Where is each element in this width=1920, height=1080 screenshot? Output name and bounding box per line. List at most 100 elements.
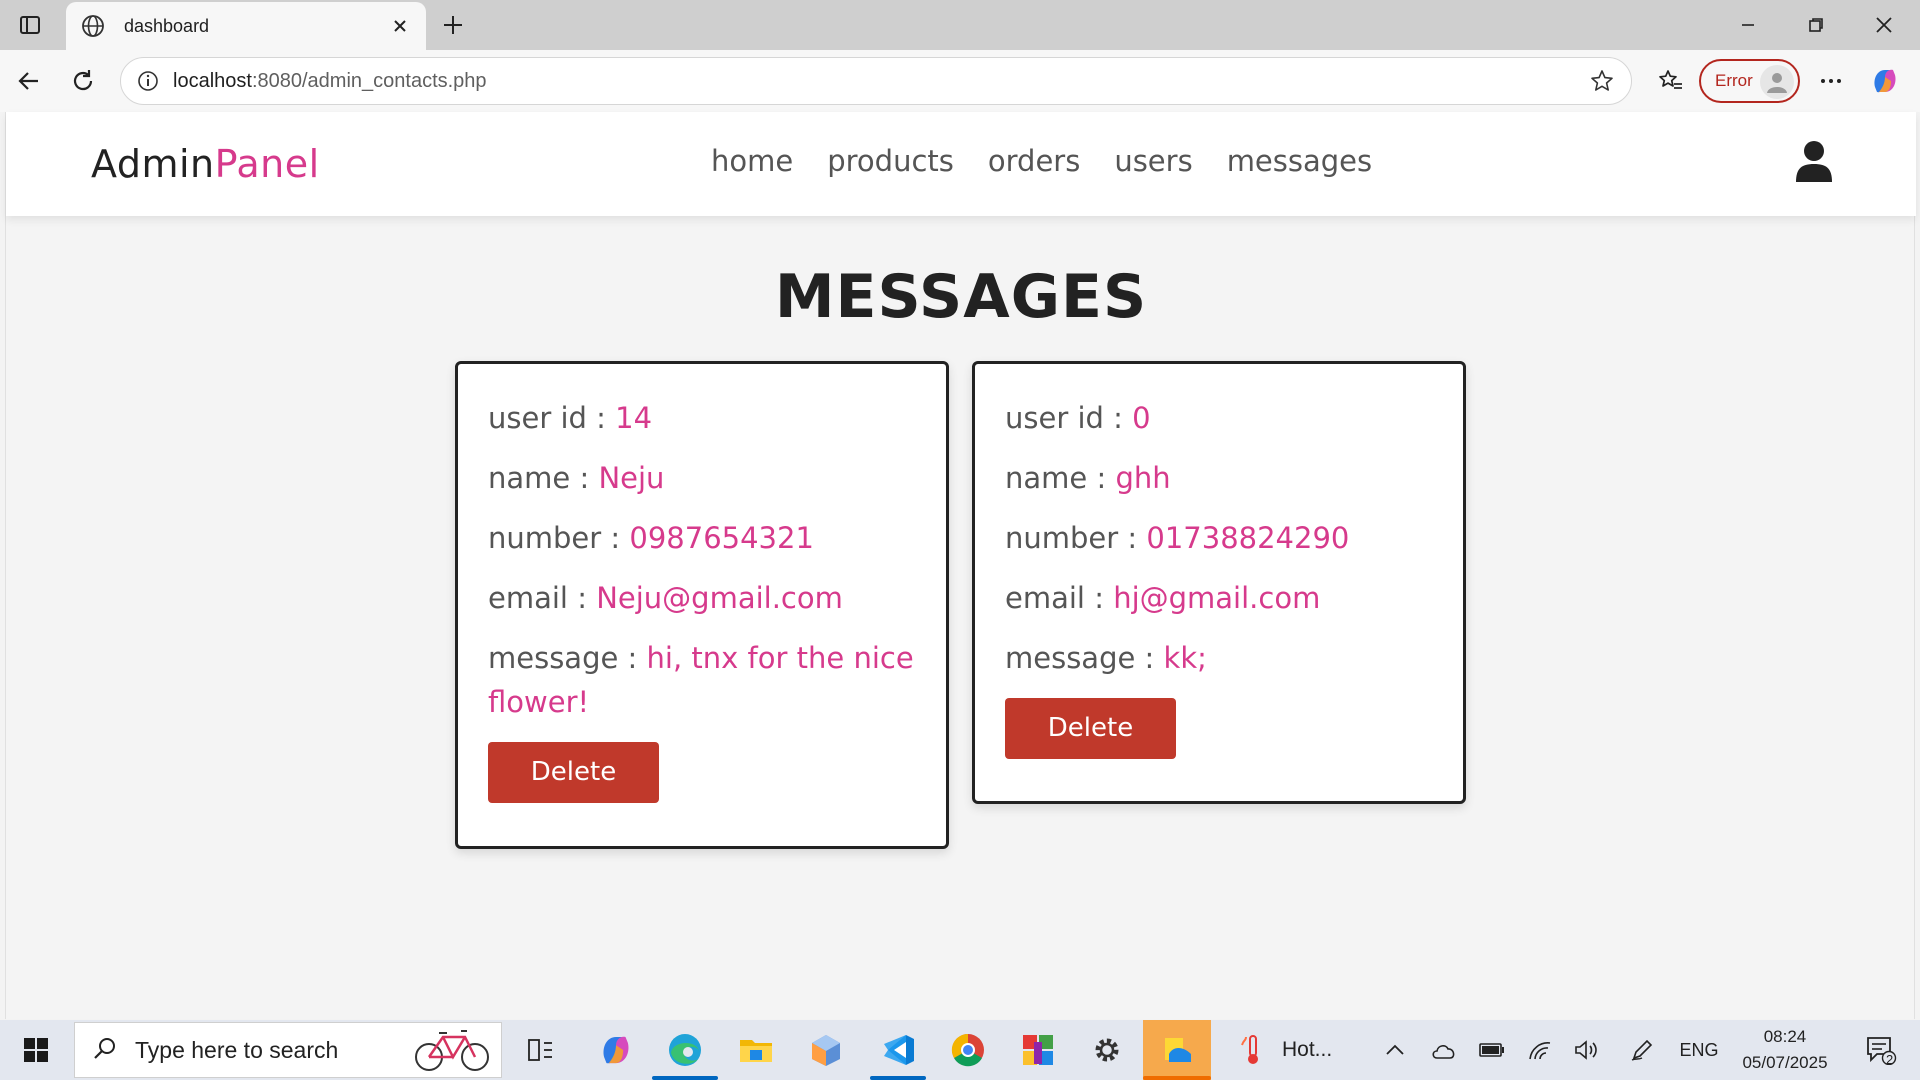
copilot-icon[interactable] bbox=[1866, 62, 1904, 100]
logo-main: Admin bbox=[91, 142, 215, 186]
message-card: user id : 14 name : Neju number : 098765… bbox=[455, 361, 949, 849]
active-indicator bbox=[870, 1076, 926, 1080]
number-row: number : 0987654321 bbox=[488, 516, 916, 560]
favorites-icon[interactable] bbox=[1652, 62, 1690, 100]
globe-icon bbox=[80, 13, 106, 39]
profile-error-button[interactable]: Error bbox=[1699, 59, 1800, 103]
user-id-row: user id : 0 bbox=[1005, 396, 1433, 440]
notification-center-icon[interactable]: 2 bbox=[1856, 1020, 1906, 1080]
tab-title: dashboard bbox=[124, 15, 210, 36]
taskbar: Type here to search Hot... ENG 08:24 05/… bbox=[0, 1020, 1920, 1080]
browser-tabstrip: dashboard bbox=[0, 0, 1920, 50]
settings-gear-icon[interactable] bbox=[1084, 1020, 1130, 1080]
taskbar-search-input[interactable]: Type here to search bbox=[74, 1022, 502, 1078]
delete-button[interactable]: Delete bbox=[488, 742, 659, 803]
active-indicator bbox=[652, 1076, 718, 1080]
email-label: email : bbox=[488, 581, 597, 615]
message-label: message : bbox=[1005, 641, 1164, 675]
close-tab-icon[interactable] bbox=[388, 14, 412, 38]
message-row: message : hi, tnx for the nice flower! bbox=[488, 636, 916, 724]
site-info-icon[interactable] bbox=[135, 68, 161, 94]
name-value: ghh bbox=[1115, 461, 1171, 495]
nav-orders[interactable]: orders bbox=[988, 144, 1080, 178]
url-text[interactable]: localhost:8080/admin_contacts.php bbox=[173, 70, 1587, 93]
browser-toolbar: localhost:8080/admin_contacts.php Error bbox=[0, 50, 1920, 112]
minimize-icon[interactable] bbox=[1728, 8, 1768, 42]
chrome-icon[interactable] bbox=[944, 1020, 992, 1080]
number-label: number : bbox=[1005, 521, 1147, 555]
name-label: name : bbox=[488, 461, 599, 495]
nav-users[interactable]: users bbox=[1114, 144, 1192, 178]
reload-icon[interactable] bbox=[64, 62, 102, 100]
number-value: 01738824290 bbox=[1146, 521, 1350, 555]
message-value: kk; bbox=[1163, 641, 1207, 675]
clock-date: 05/07/2025 bbox=[1742, 1053, 1828, 1072]
browser-tab[interactable]: dashboard bbox=[66, 2, 426, 50]
message-label: message : bbox=[488, 641, 647, 675]
cube-app-icon[interactable] bbox=[802, 1020, 850, 1080]
nav-messages[interactable]: messages bbox=[1227, 144, 1372, 178]
vscode-icon[interactable] bbox=[870, 1020, 926, 1080]
notification-count: 2 bbox=[1886, 1052, 1894, 1067]
file-explorer-icon[interactable] bbox=[732, 1020, 780, 1080]
site-header: AdminPanel home products orders users me… bbox=[6, 112, 1916, 216]
nav-products[interactable]: products bbox=[827, 144, 954, 178]
xampp-app-icon[interactable] bbox=[1143, 1020, 1211, 1080]
sidebar-toggle-icon[interactable] bbox=[14, 10, 46, 40]
number-label: number : bbox=[488, 521, 630, 555]
search-icon bbox=[93, 1036, 117, 1065]
wifi-icon[interactable] bbox=[1524, 1020, 1556, 1080]
page-title: MESSAGES bbox=[774, 262, 1148, 332]
more-menu-icon[interactable] bbox=[1812, 62, 1850, 100]
volume-icon[interactable] bbox=[1570, 1020, 1602, 1080]
email-value: hj@gmail.com bbox=[1113, 581, 1321, 615]
back-arrow-icon[interactable] bbox=[10, 62, 48, 100]
close-window-icon[interactable] bbox=[1864, 8, 1904, 42]
battery-icon[interactable] bbox=[1476, 1020, 1508, 1080]
language-label: ENG bbox=[1679, 1039, 1719, 1060]
name-value: Neju bbox=[598, 461, 665, 495]
tray-chevron-up-icon[interactable] bbox=[1380, 1020, 1410, 1080]
onedrive-cloud-icon[interactable] bbox=[1428, 1020, 1460, 1080]
user-id-label: user id : bbox=[488, 401, 616, 435]
message-card: user id : 0 name : ghh number : 01738824… bbox=[972, 361, 1466, 804]
task-view-icon[interactable] bbox=[518, 1020, 562, 1080]
number-value: 0987654321 bbox=[629, 521, 814, 555]
user-id-row: user id : 14 bbox=[488, 396, 916, 440]
main-nav: home products orders users messages bbox=[711, 144, 1372, 178]
copilot-taskbar-icon[interactable] bbox=[592, 1020, 640, 1080]
nav-home[interactable]: home bbox=[711, 144, 793, 178]
pen-icon[interactable] bbox=[1626, 1020, 1658, 1080]
user-id-value: 0 bbox=[1132, 401, 1151, 435]
taskbar-clock[interactable]: 08:24 05/07/2025 bbox=[1730, 1024, 1840, 1076]
email-value: Neju@gmail.com bbox=[596, 581, 843, 615]
url-host: localhost bbox=[173, 69, 252, 92]
favorite-star-icon[interactable] bbox=[1587, 66, 1617, 96]
restore-icon[interactable] bbox=[1796, 8, 1836, 42]
weather-widget[interactable]: Hot... bbox=[1238, 1020, 1358, 1080]
error-label: Error bbox=[1715, 71, 1753, 90]
language-indicator[interactable]: ENG bbox=[1676, 1020, 1722, 1080]
address-bar[interactable]: localhost:8080/admin_contacts.php bbox=[120, 57, 1632, 105]
user-icon[interactable] bbox=[1794, 140, 1834, 184]
name-row: name : ghh bbox=[1005, 456, 1433, 500]
clock-time: 08:24 bbox=[1763, 1027, 1807, 1046]
number-row: number : 01738824290 bbox=[1005, 516, 1433, 560]
name-row: name : Neju bbox=[488, 456, 916, 500]
search-placeholder: Type here to search bbox=[135, 1036, 339, 1063]
new-tab-icon[interactable] bbox=[438, 10, 468, 40]
user-id-value: 14 bbox=[615, 401, 653, 435]
admin-panel-logo[interactable]: AdminPanel bbox=[91, 142, 320, 186]
bicycle-icon bbox=[413, 1023, 493, 1078]
windows-start-icon[interactable] bbox=[14, 1020, 58, 1080]
weather-label: Hot... bbox=[1282, 1038, 1333, 1061]
delete-button[interactable]: Delete bbox=[1005, 698, 1176, 759]
page-viewport: AdminPanel home products orders users me… bbox=[5, 112, 1916, 1019]
logo-accent: Panel bbox=[214, 142, 320, 186]
email-label: email : bbox=[1005, 581, 1114, 615]
edge-browser-icon[interactable] bbox=[652, 1020, 718, 1080]
colorful-app-icon[interactable] bbox=[1014, 1020, 1062, 1080]
profile-avatar-icon bbox=[1760, 65, 1794, 99]
url-path: :8080/admin_contacts.php bbox=[251, 69, 487, 92]
email-row: email : Neju@gmail.com bbox=[488, 576, 916, 620]
